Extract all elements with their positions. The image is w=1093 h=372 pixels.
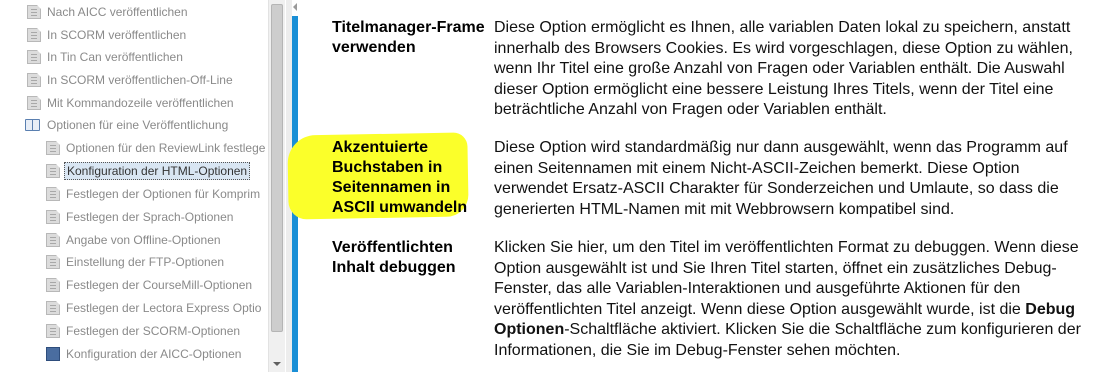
page-icon (46, 324, 60, 338)
toc-item-label: In Tin Can veröffentlichen (47, 50, 183, 64)
toc-item-label: Nach AICC veröffentlichen (47, 5, 188, 19)
toc-item-label: Einstellung der FTP-Optionen (66, 255, 225, 269)
page-icon (46, 301, 60, 315)
description-inhalt-debuggen: Klicken Sie hier, um den Titel im veröff… (494, 238, 1089, 361)
help-content: Titelmanager-Frame verwenden Diese Optio… (287, 0, 1093, 372)
description-text: Klicken Sie hier, um den Titel im veröff… (494, 239, 1079, 318)
description-titelmanager-frame: Diese Option ermöglicht es Ihnen, alle v… (494, 19, 1073, 118)
scrollbar-thumb[interactable] (271, 4, 283, 332)
page-icon (27, 5, 41, 19)
toc-item-label: Konfiguration der HTML-Optionen (64, 162, 251, 180)
description-text: -Schaltfläche aktiviert. Klicken Sie die… (494, 321, 1081, 359)
page-icon (27, 96, 41, 110)
toc-item-label: Optionen für den ReviewLink festlege (66, 141, 266, 155)
page-icon (46, 233, 60, 247)
toc-item-label: Konfiguration der AICC-Optionen (66, 347, 242, 361)
page-icon (46, 278, 60, 292)
scroll-down-arrow-icon[interactable] (269, 356, 285, 372)
toc-item-label: Festlegen der CourseMill-Optionen (66, 278, 253, 292)
blue-document-icon (46, 347, 60, 361)
toc-item-label: Festlegen der Optionen für Komprim (66, 187, 261, 201)
description-akzentuierte-buchstaben: Diese Option wird standardmäßig nur dann… (494, 139, 1068, 218)
toc-item-label: Mit Kommandozeile veröffentlichen (47, 96, 234, 110)
open-book-icon (25, 118, 40, 132)
page-icon (27, 28, 41, 42)
term-akzentuierte-buchstaben: Akzentuierte Buchstaben in Seitennamen i… (332, 139, 468, 216)
toc-item-label: In SCORM veröffentlichen-Off-Line (47, 73, 233, 87)
term-inhalt-debuggen: Veröffentlichten Inhalt debuggen (332, 239, 456, 276)
toc-item-label: Optionen für eine Veröffentlichung (47, 118, 229, 132)
term-titelmanager-frame: Titelmanager-Frame verwenden (332, 19, 485, 56)
toc-item-label: Festlegen der Lectora Express Optio (66, 301, 262, 315)
toc-item-label: Festlegen der SCORM-Optionen (66, 324, 241, 338)
toc-item-label: In SCORM veröffentlichen (47, 28, 187, 42)
toc-scrollbar[interactable] (268, 0, 285, 372)
page-icon (46, 141, 60, 155)
page-icon (46, 255, 60, 269)
toc-item-label: Angabe von Offline-Optionen (66, 233, 221, 247)
page-icon (27, 50, 41, 64)
page-icon (46, 210, 60, 224)
page-icon (46, 164, 60, 178)
page-icon (46, 187, 60, 201)
toc-item-label: Festlegen der Sprach-Optionen (66, 210, 234, 224)
toc-tree: Nach AICC veröffentlichen In SCORM veröf… (0, 0, 268, 372)
page-icon (27, 73, 41, 87)
